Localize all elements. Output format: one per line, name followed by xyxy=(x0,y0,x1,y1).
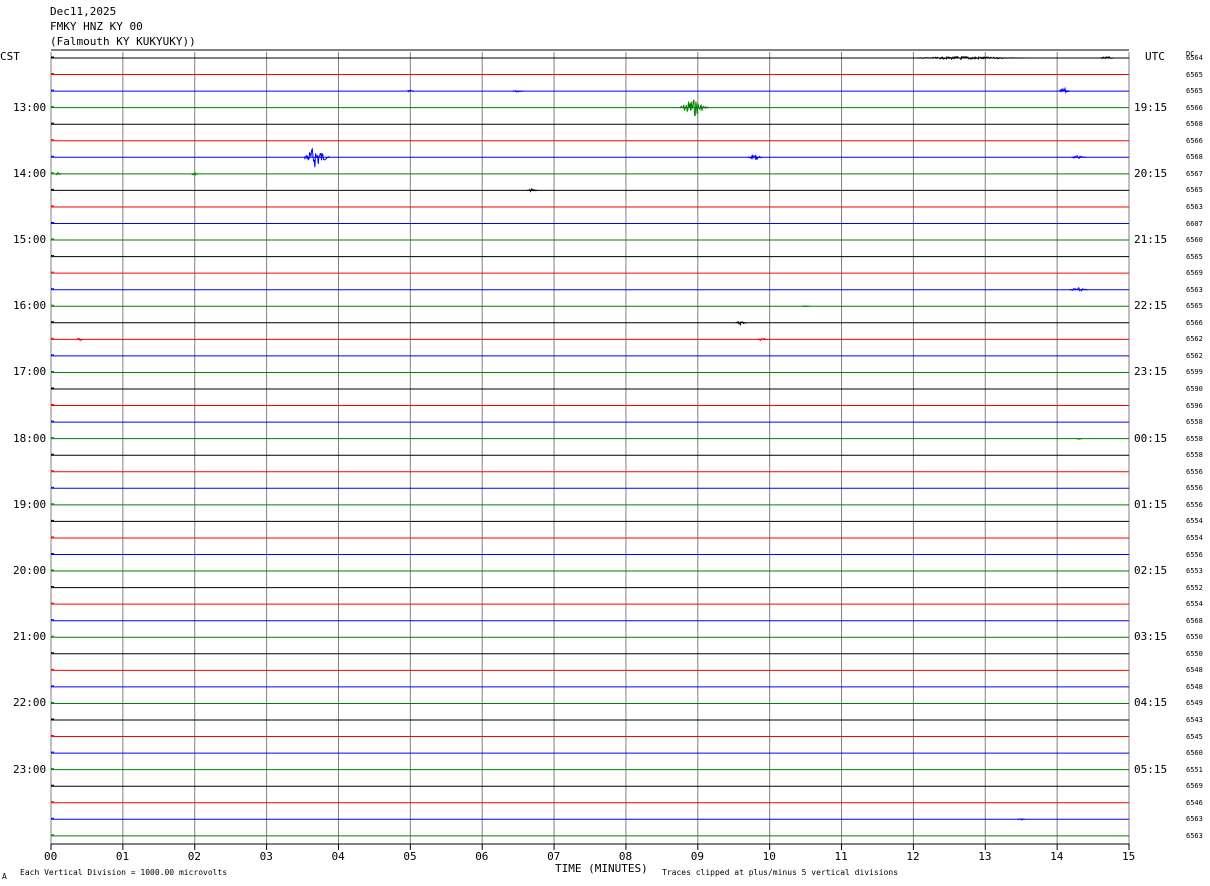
x-axis-title: TIME (MINUTES) xyxy=(555,862,648,875)
utc-hour-label: 21:15 xyxy=(1134,233,1168,247)
dc-offset-value: 6545 xyxy=(1186,732,1203,741)
dc-offset-value: 6554 xyxy=(1186,517,1203,526)
dc-offset-value: 6554 xyxy=(1186,600,1203,609)
seismic-event xyxy=(801,305,810,308)
dc-offset-value: 6563 xyxy=(1186,815,1203,824)
dc-offset-value: 6590 xyxy=(1186,385,1203,393)
clip-note: Traces clipped at plus/minus 5 vertical … xyxy=(662,868,899,877)
x-tick-label: 06 xyxy=(475,850,489,863)
x-tick-label: 02 xyxy=(187,850,201,863)
x-tick-label: 15 xyxy=(1122,850,1136,863)
dc-offset-value: 6558 xyxy=(1186,418,1203,427)
dc-offset-value: 6560 xyxy=(1186,749,1203,758)
cst-hour-label: 15:00 xyxy=(13,233,47,247)
dc-offset-value: 6563 xyxy=(1186,285,1203,294)
cst-hour-label: 22:00 xyxy=(13,696,47,710)
x-tick-label: 10 xyxy=(762,850,776,863)
x-tick-label: 13 xyxy=(978,850,992,863)
x-tick-label: 09 xyxy=(690,850,705,863)
dc-offset-value: 6562 xyxy=(1186,335,1203,344)
cst-hour-label: 17:00 xyxy=(13,365,47,379)
seismic-event xyxy=(527,187,538,193)
dc-offset-value: 6565 xyxy=(1186,186,1203,195)
dc-offset-value: 6564 xyxy=(1186,54,1203,62)
dc-offset-value: 6569 xyxy=(1186,269,1203,278)
dc-offset-value: 6565 xyxy=(1186,252,1203,261)
dc-offset-value: 6568 xyxy=(1186,153,1203,162)
seismic-event xyxy=(303,147,330,168)
dc-offset-value: 6560 xyxy=(1186,236,1203,245)
utc-hour-label: 04:15 xyxy=(1134,696,1168,710)
utc-hour-label: 01:15 xyxy=(1134,497,1168,511)
dc-offset-value: 6554 xyxy=(1186,533,1203,542)
dc-offset-value: 6552 xyxy=(1186,583,1203,592)
dc-offset-value: 6596 xyxy=(1186,401,1203,410)
dc-offset-value: 6566 xyxy=(1186,136,1203,145)
dc-offset-value: 6565 xyxy=(1186,70,1203,79)
utc-hour-label: 20:15 xyxy=(1134,166,1168,180)
utc-hour-label: 19:15 xyxy=(1134,100,1168,114)
dc-offset-value: 6549 xyxy=(1186,699,1203,708)
dc-offset-value: 6556 xyxy=(1186,484,1203,493)
utc-hour-label: 22:15 xyxy=(1134,299,1168,313)
cst-hour-label: 13:00 xyxy=(13,100,47,114)
dc-offset-value: 6567 xyxy=(1186,169,1203,178)
cst-hour-label: 21:00 xyxy=(13,630,47,644)
cst-hour-label: 16:00 xyxy=(13,299,47,313)
corner-mark: A xyxy=(2,872,7,881)
dc-offset-value: 6543 xyxy=(1186,716,1203,724)
x-tick-label: 12 xyxy=(906,850,920,863)
dc-offset-value: 6563 xyxy=(1186,831,1203,840)
cst-hour-label: 20:00 xyxy=(13,564,47,578)
cst-hour-label: 23:00 xyxy=(13,762,47,776)
dc-offset-value: 6569 xyxy=(1186,782,1203,791)
utc-hour-label: 03:15 xyxy=(1134,630,1168,644)
dc-offset-value: 6558 xyxy=(1186,451,1203,460)
dc-offset-value: 6550 xyxy=(1186,633,1203,642)
dc-offset-value: 6556 xyxy=(1186,500,1203,509)
dc-offset-value: 6553 xyxy=(1186,567,1203,576)
seismic-event xyxy=(679,99,709,117)
x-tick-label: 04 xyxy=(331,850,345,863)
dc-offset-value: 6568 xyxy=(1186,616,1203,625)
seismic-event xyxy=(54,171,62,176)
x-tick-label: 00 xyxy=(44,850,58,863)
x-tick-label: 03 xyxy=(259,850,273,863)
dc-offset-value: 6565 xyxy=(1186,302,1203,311)
dc-offset-value: 6563 xyxy=(1186,202,1203,211)
dc-offset-value: 6556 xyxy=(1186,467,1203,476)
seismic-event xyxy=(1058,86,1070,94)
helicorder-plot xyxy=(50,49,1130,850)
dc-offset-value: 6566 xyxy=(1186,103,1203,112)
cst-hour-label: 19:00 xyxy=(13,497,47,511)
dc-offset-value: 6558 xyxy=(1186,434,1203,443)
x-tick-label: 14 xyxy=(1050,850,1064,863)
utc-hour-label: 02:15 xyxy=(1134,564,1168,578)
utc-hour-label: 05:15 xyxy=(1134,762,1168,776)
x-tick-label: 01 xyxy=(115,850,130,863)
x-tick-label: 05 xyxy=(403,850,417,863)
dc-offset-value: 6556 xyxy=(1186,550,1203,559)
seismic-event xyxy=(757,337,767,342)
dc-offset-value: 6550 xyxy=(1186,649,1203,658)
seismic-event xyxy=(76,337,84,342)
dc-offset-value: 6548 xyxy=(1186,666,1203,675)
dc-offset-value: 6565 xyxy=(1186,87,1203,96)
x-tick-label: 11 xyxy=(834,850,848,863)
dc-offset-value: 6607 xyxy=(1186,219,1203,228)
dc-offset-value: 6568 xyxy=(1186,120,1203,129)
dc-offset-value: 6599 xyxy=(1186,368,1203,377)
seismic-event xyxy=(747,154,763,161)
scale-note: Each Vertical Division = 1000.00 microvo… xyxy=(20,868,228,877)
dc-offset-value: 6546 xyxy=(1186,798,1203,807)
dc-offset-value: 6548 xyxy=(1186,682,1203,691)
seismic-event xyxy=(1100,55,1115,60)
cst-hour-label: 18:00 xyxy=(13,431,47,445)
utc-hour-label: 23:15 xyxy=(1134,365,1168,379)
dc-offset-value: 6562 xyxy=(1186,351,1203,360)
dc-offset-value: 6551 xyxy=(1186,765,1203,774)
utc-hour-label: 00:15 xyxy=(1134,431,1168,445)
cst-hour-label: 14:00 xyxy=(13,166,47,180)
dc-offset-value: 6566 xyxy=(1186,318,1203,327)
